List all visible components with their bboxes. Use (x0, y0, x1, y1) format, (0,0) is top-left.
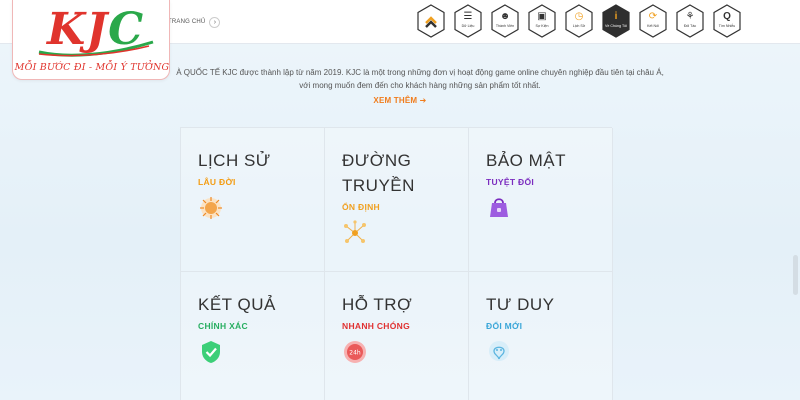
nav-item-events[interactable]: ▣ Sự Kiện (527, 4, 557, 40)
nav-item-partners[interactable]: ⚘ Đối Tác (675, 4, 705, 40)
feature-subtitle: TUYỆT ĐỐI (486, 177, 535, 187)
scrollbar[interactable] (793, 255, 798, 295)
nav-label: Sự Kiện (535, 24, 549, 28)
shield-bag-icon (486, 195, 512, 221)
support-icon: 24h (342, 339, 368, 365)
nav-item-data[interactable]: ☰ Dữ Liệu (453, 4, 483, 40)
feature-card-support[interactable]: HỖ TRỢ NHANH CHÓNG 24h (325, 272, 469, 400)
logo-swoosh-icon (38, 40, 154, 57)
nav-label: Về Chúng Tôi (605, 24, 627, 28)
logo-slogan: MỖI BƯỚC ĐI - MỖI Ý TƯỞNG (14, 62, 170, 73)
kjc-logo[interactable]: KJC MỖI BƯỚC ĐI - MỖI Ý TƯỞNG (12, 0, 170, 80)
svg-text:24h: 24h (349, 350, 361, 357)
read-more-link[interactable]: XEM THÊM ➔ (340, 96, 460, 105)
search-icon: Q (723, 11, 731, 22)
connect-icon: ⟳ (648, 11, 658, 22)
nav-label: Tìm Nhiễu (718, 24, 736, 28)
intro-text: À QUỐC TẾ KJC được thành lập từ năm 2019… (160, 66, 680, 92)
feature-grid: LỊCH SỬ LÂU ĐỜI ĐƯỜNG TRUYỀN ỔN ĐỊNH BẢO… (180, 127, 613, 400)
nav-label: Kết Nối (647, 24, 659, 28)
feature-title: KẾT QUẢ (198, 295, 276, 314)
feature-subtitle: LÂU ĐỜI (198, 177, 236, 187)
nav-item-about[interactable]: i Về Chúng Tôi (601, 4, 631, 40)
intro-line-2: với mong muốn đem đến cho khách hàng nhữ… (299, 81, 541, 90)
nav-label: Đối Tác (683, 24, 697, 28)
nav-item-search[interactable]: Q Tìm Nhiễu (712, 4, 742, 40)
feature-card-history[interactable]: LỊCH SỬ LÂU ĐỜI (181, 128, 325, 272)
clock-icon: ◷ (574, 11, 584, 22)
breadcrumb: TRANG CHỦ › (168, 14, 221, 30)
feature-subtitle: ĐỔI MỚI (486, 321, 523, 331)
feature-title: ĐƯỜNG TRUYỀN (342, 151, 415, 195)
nav-label: Dữ Liệu (461, 24, 475, 28)
feature-title: HỖ TRỢ (342, 295, 413, 314)
nav-item-home[interactable] (416, 4, 446, 40)
nav-item-connect[interactable]: ⟳ Kết Nối (638, 4, 668, 40)
feature-subtitle: ỔN ĐỊNH (342, 202, 380, 212)
feature-title: BẢO MẬT (486, 151, 567, 170)
intro-line-1: À QUỐC TẾ KJC được thành lập từ năm 2019… (176, 68, 664, 77)
nav-icon-bar: ☰ Dữ Liệu ☻ Thành Viên ▣ Sự Kiện ◷ Lịch … (416, 4, 742, 40)
calendar-icon: ▣ (537, 11, 547, 22)
feature-card-security[interactable]: BẢO MẬT TUYỆT ĐỐI (469, 128, 613, 272)
breadcrumb-home[interactable]: TRANG CHỦ (168, 19, 205, 25)
users-icon: ☻ (499, 11, 511, 22)
sun-icon (198, 195, 224, 221)
nav-item-members[interactable]: ☻ Thành Viên (490, 4, 520, 40)
nav-item-history[interactable]: ◷ Lịch Sử (564, 4, 594, 40)
feature-card-connection[interactable]: ĐƯỜNG TRUYỀN ỔN ĐỊNH (325, 128, 469, 272)
handshake-icon: ⚘ (685, 11, 695, 22)
feature-title: TƯ DUY (486, 295, 555, 314)
feature-subtitle: CHÍNH XÁC (198, 321, 248, 331)
nav-label: Thành Viên (495, 24, 515, 28)
database-icon: ☰ (463, 11, 473, 22)
brain-icon (486, 339, 512, 365)
check-shield-icon (198, 339, 224, 365)
chevron-right-icon: › (209, 16, 221, 28)
network-icon (342, 220, 368, 246)
info-icon: i (614, 11, 618, 22)
feature-title: LỊCH SỬ (198, 151, 271, 170)
feature-card-results[interactable]: KẾT QUẢ CHÍNH XÁC (181, 272, 325, 400)
feature-card-thinking[interactable]: TƯ DUY ĐỔI MỚI (469, 272, 613, 400)
nav-label: Lịch Sử (572, 24, 586, 28)
feature-subtitle: NHANH CHÓNG (342, 321, 410, 331)
home-chevrons-icon (425, 16, 437, 28)
